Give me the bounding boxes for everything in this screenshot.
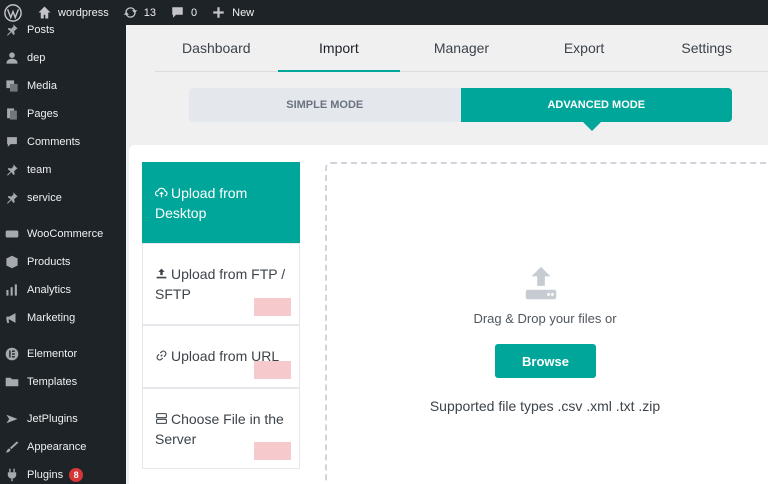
sidebar-item-label: Plugins — [27, 469, 64, 481]
mode-switch: SIMPLE MODE ADVANCED MODE — [189, 88, 732, 122]
sidebar-item-label: Comments — [27, 136, 81, 148]
sidebar-item-analytics[interactable]: Analytics — [0, 278, 126, 302]
sidebar-item-label: Pages — [27, 108, 59, 120]
user-icon — [5, 51, 19, 65]
sidebar-item-elementor[interactable]: Elementor — [0, 342, 126, 366]
active-mode-caret — [583, 122, 601, 131]
media-icon — [5, 79, 19, 93]
updates-count: 13 — [143, 6, 156, 19]
pin-icon — [5, 163, 19, 177]
chart-icon — [5, 283, 19, 297]
redacted-block — [254, 298, 291, 316]
supported-file-types: Supported file types .csv .xml .txt .zip — [429, 398, 661, 414]
upload-icon — [155, 265, 168, 279]
plugins-update-badge: 8 — [69, 468, 84, 482]
choose-server-file-option[interactable]: Choose File in the Server — [142, 388, 300, 469]
sidebar-item-label: Posts — [27, 24, 55, 36]
sidebar-item-label: dep — [27, 52, 46, 64]
sidebar-item-label: Analytics — [27, 284, 72, 296]
upload-ftp-option[interactable]: Upload from FTP / SFTP — [142, 243, 300, 325]
comments-link[interactable]: 0 — [163, 0, 204, 25]
link-icon — [155, 347, 168, 361]
sidebar-item-label: team — [27, 164, 52, 176]
sidebar-item-dep[interactable]: dep — [0, 46, 126, 70]
upload-tray-icon — [525, 266, 557, 300]
sidebar-item-team[interactable]: team — [0, 158, 126, 182]
tab-export[interactable]: Export — [523, 25, 646, 71]
site-name: wordpress — [58, 6, 109, 19]
sidebar-item-label: Marketing — [27, 312, 76, 324]
sidebar-item-label: Products — [27, 256, 71, 268]
browse-button[interactable]: Browse — [495, 344, 596, 378]
sidebar-item-service[interactable]: service — [0, 186, 126, 210]
pin-icon — [5, 191, 19, 205]
box-icon — [5, 255, 19, 269]
redacted-block — [254, 361, 291, 379]
folder-icon — [5, 375, 19, 389]
megaphone-icon — [5, 311, 19, 325]
brush-icon — [5, 440, 19, 454]
option-label: Upload from FTP / SFTP — [155, 266, 286, 302]
pages-icon — [5, 107, 19, 121]
sidebar-item-comments[interactable]: Comments — [0, 130, 126, 154]
server-icon — [155, 410, 168, 424]
sidebar-item-label: Appearance — [27, 441, 87, 453]
sidebar-item-marketing[interactable]: Marketing — [0, 306, 126, 330]
comment-icon — [5, 135, 19, 149]
pin-icon — [5, 23, 19, 37]
plus-icon — [213, 7, 224, 18]
sidebar-item-media[interactable]: Media — [0, 74, 126, 98]
import-card: Upload from Desktop Upload from FTP / SF… — [129, 145, 768, 484]
sidebar-item-products[interactable]: Products — [0, 250, 126, 274]
simple-mode-button[interactable]: SIMPLE MODE — [189, 88, 461, 122]
sidebar-item-pages[interactable]: Pages — [0, 102, 126, 126]
upload-url-option[interactable]: Upload from URL — [142, 325, 300, 388]
sidebar-item-appearance[interactable]: Appearance — [0, 435, 126, 459]
cloud-upload-icon — [154, 184, 168, 198]
sidebar-item-woocommerce[interactable]: WooCommerce — [0, 222, 126, 246]
sidebar-item-posts[interactable]: Posts — [0, 18, 126, 42]
tab-manager[interactable]: Manager — [400, 25, 523, 71]
drop-zone-text: Drag & Drop your files or — [473, 311, 617, 326]
upload-desktop-option[interactable]: Upload from Desktop — [142, 162, 300, 243]
sidebar-item-label: Elementor — [27, 348, 78, 360]
tab-import[interactable]: Import — [277, 25, 401, 72]
sidebar-item-templates[interactable]: Templates — [0, 370, 126, 394]
tab-settings[interactable]: Settings — [645, 25, 768, 71]
new-content-link[interactable]: New — [204, 0, 261, 25]
admin-sidebar: Posts dep Media Pages Comments team serv… — [0, 24, 126, 484]
redacted-block — [254, 442, 291, 460]
sidebar-item-label: Templates — [27, 376, 78, 388]
sidebar-item-jetplugins[interactable]: JetPlugins — [0, 407, 126, 431]
sidebar-item-plugins[interactable]: Plugins 8 — [0, 463, 126, 484]
advanced-mode-button[interactable]: ADVANCED MODE — [460, 88, 732, 122]
jet-icon — [5, 412, 19, 426]
sidebar-item-label: service — [27, 192, 62, 204]
comments-count: 0 — [191, 6, 198, 19]
main-content: Dashboard Import Manager Export Settings… — [126, 25, 768, 484]
sidebar-item-label: Media — [27, 80, 57, 92]
elementor-icon — [5, 347, 19, 361]
plug-icon — [5, 468, 19, 482]
file-drop-zone[interactable]: Drag & Drop your files or Browse Support… — [325, 162, 768, 484]
tab-dashboard[interactable]: Dashboard — [155, 25, 278, 71]
sidebar-item-label: WooCommerce — [27, 228, 104, 240]
option-label: Upload from Desktop — [155, 185, 248, 221]
new-label: New — [232, 6, 255, 19]
tab-bar: Dashboard Import Manager Export Settings — [155, 25, 768, 72]
comment-icon — [172, 7, 183, 18]
sidebar-item-label: JetPlugins — [27, 413, 78, 425]
woo-icon — [5, 227, 19, 241]
